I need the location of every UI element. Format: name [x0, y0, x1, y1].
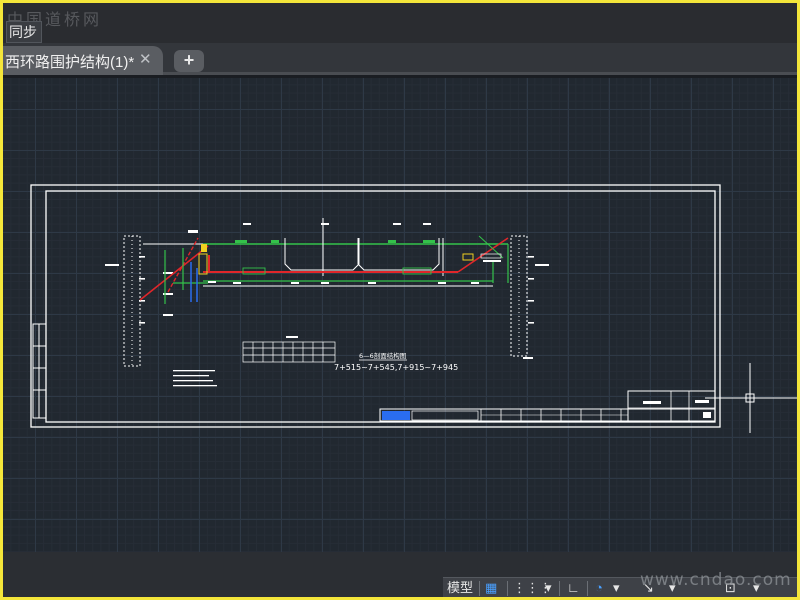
watermark-url: www.cndao.com: [640, 570, 792, 590]
tab-label: 西环路围护结构(1)*: [5, 54, 135, 71]
notes-lines: [173, 370, 217, 387]
tab-drawing-file[interactable]: 西环路围护结构(1)* ✕: [3, 46, 163, 75]
sync-button[interactable]: 同步: [6, 21, 42, 43]
left-pile-column: [105, 235, 173, 367]
crosshair-cursor-icon: [705, 363, 797, 433]
close-icon[interactable]: ✕: [139, 50, 152, 68]
chevron-down-icon[interactable]: ▾: [613, 578, 620, 598]
section-title: 6—6剖面结构图: [359, 351, 406, 360]
chevron-down-icon[interactable]: ▾: [545, 578, 552, 598]
grid-icon[interactable]: ▦: [485, 578, 497, 598]
new-tab-button[interactable]: +: [174, 50, 204, 72]
model-tab[interactable]: 模型: [447, 578, 473, 598]
inner-border: [45, 190, 716, 423]
binding-strip: [32, 323, 47, 419]
station-range-label: 7+515~7+545,7+915~7+945: [334, 363, 458, 372]
right-pile-column: [510, 235, 549, 359]
title-block: [379, 390, 716, 422]
divider: [559, 581, 560, 596]
divider: [507, 581, 508, 596]
polar-icon[interactable]: ◔: [595, 578, 603, 598]
file-tab-bar: 西环路围护结构(1)* ✕ +: [3, 43, 797, 75]
quantity-table: [242, 336, 336, 363]
ortho-icon[interactable]: ∟: [567, 578, 580, 598]
right-retaining-wall: [457, 235, 509, 283]
model-space-canvas[interactable]: 6—6剖面结构图 7+515~7+545,7+915~7+945: [3, 78, 797, 552]
left-retaining-wall: [139, 230, 216, 304]
outer-border: [30, 184, 721, 428]
divider: [479, 581, 480, 596]
drawing-svg: 6—6剖面结构图 7+515~7+545,7+915~7+945: [30, 184, 797, 433]
divider: [587, 581, 588, 596]
title-bar: 中国道桥网 同步: [3, 3, 797, 43]
